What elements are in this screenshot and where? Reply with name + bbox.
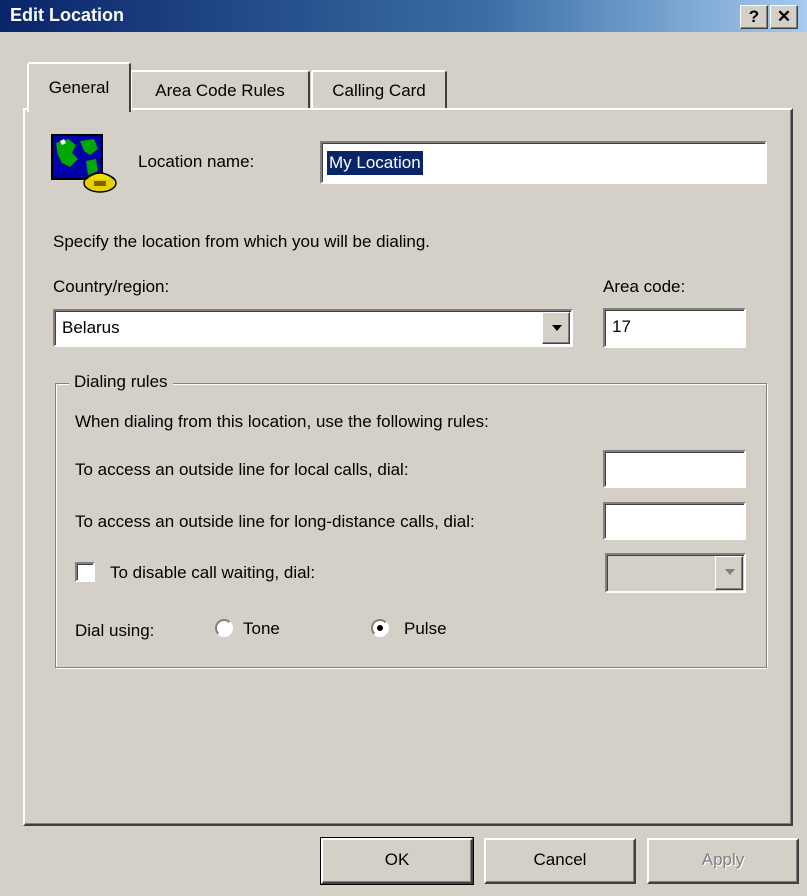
close-button[interactable]: ✕ (770, 5, 798, 29)
location-name-label: Location name: (138, 152, 255, 171)
help-button[interactable]: ? (740, 5, 768, 29)
tab-area-code-rules[interactable]: Area Code Rules (130, 70, 310, 110)
dialing-rules-intro: When dialing from this location, use the… (75, 412, 489, 431)
dial-using-label: Dial using: (75, 621, 155, 640)
chevron-down-icon (725, 569, 735, 575)
call-waiting-label: To disable call waiting, dial: (110, 563, 316, 582)
call-waiting-select (605, 553, 746, 593)
chevron-down-icon (552, 325, 562, 331)
dialing-rules-group-label: Dialing rules (69, 372, 173, 392)
tone-label: Tone (243, 619, 280, 638)
globe-phone-icon (51, 134, 117, 193)
tab-general[interactable]: General (27, 62, 131, 112)
tab-calling-card[interactable]: Calling Card (311, 70, 447, 110)
call-waiting-checkbox[interactable] (75, 562, 95, 582)
radio-selected-dot (377, 625, 383, 631)
ok-button[interactable]: OK (320, 837, 474, 885)
tone-radio[interactable] (215, 619, 233, 637)
window-title: Edit Location (10, 5, 124, 25)
country-dropdown-button[interactable] (542, 312, 570, 344)
country-region-select[interactable]: Belarus (53, 309, 573, 347)
apply-button[interactable]: Apply (647, 838, 799, 884)
area-code-input[interactable]: 17 (603, 308, 746, 348)
pulse-radio[interactable] (371, 619, 389, 637)
cancel-button[interactable]: Cancel (484, 838, 636, 884)
instruction-text: Specify the location from which you will… (53, 232, 431, 251)
area-code-label: Area code: (603, 277, 686, 296)
location-name-value: My Location (327, 151, 423, 175)
country-region-value: Belarus (62, 318, 120, 337)
call-waiting-dropdown-button (715, 556, 743, 590)
location-name-input[interactable]: My Location (320, 141, 767, 184)
long-distance-label: To access an outside line for long-dista… (75, 512, 475, 531)
pulse-label: Pulse (404, 619, 447, 638)
local-calls-input[interactable] (603, 450, 746, 488)
long-distance-input[interactable] (603, 502, 746, 540)
local-calls-label: To access an outside line for local call… (75, 460, 409, 479)
area-code-value: 17 (612, 317, 631, 336)
country-region-label: Country/region: (53, 277, 170, 296)
title-bar: Edit Location ? ✕ (0, 0, 807, 34)
